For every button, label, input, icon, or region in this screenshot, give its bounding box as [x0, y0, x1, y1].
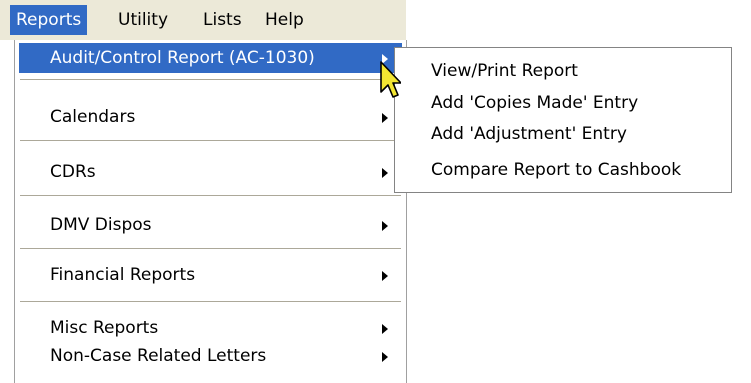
menu-item-cdrs[interactable]: CDRs [19, 157, 402, 187]
audit-control-submenu: View/Print Report Add 'Copies Made' Entr… [394, 47, 732, 193]
menu-item-misc-reports[interactable]: Misc Reports [19, 313, 402, 343]
submenu-arrow-icon [382, 324, 388, 334]
reports-dropdown-menu: Audit/Control Report (AC-1030) Calendars… [14, 40, 407, 383]
menu-item-label: DMV Dispos [50, 215, 152, 235]
submenu-arrow-icon [382, 113, 388, 123]
menu-item-label: Audit/Control Report (AC-1030) [50, 48, 315, 68]
submenu-item-compare-report-to-cashbook[interactable]: Compare Report to Cashbook [431, 155, 681, 185]
menu-separator [20, 301, 401, 303]
submenu-arrow-icon [382, 271, 388, 281]
menu-item-dmv-dispos[interactable]: DMV Dispos [19, 210, 402, 240]
submenu-arrow-icon [382, 352, 388, 362]
menu-item-non-case-related-letters[interactable]: Non-Case Related Letters [19, 341, 402, 371]
submenu-item-view-print-report[interactable]: View/Print Report [431, 56, 578, 86]
mouse-pointer-icon [380, 61, 401, 98]
menu-item-audit-control-report[interactable]: Audit/Control Report (AC-1030) [19, 43, 402, 73]
menu-item-label: Non-Case Related Letters [50, 346, 267, 366]
menubar-item-utility[interactable]: Utility [118, 5, 168, 35]
menu-bar: Reports Utility Lists Help [0, 0, 406, 40]
menu-item-label: CDRs [50, 162, 96, 182]
menu-item-label: Calendars [50, 107, 136, 127]
menubar-item-help[interactable]: Help [265, 5, 304, 35]
menu-separator [20, 79, 401, 81]
menu-separator [20, 140, 401, 142]
menu-item-calendars[interactable]: Calendars [19, 102, 402, 132]
menu-separator [20, 195, 401, 197]
menu-item-financial-reports[interactable]: Financial Reports [19, 260, 402, 290]
menu-item-label: Misc Reports [50, 318, 159, 338]
menu-item-label: Financial Reports [50, 265, 196, 285]
submenu-item-add-adjustment-entry[interactable]: Add 'Adjustment' Entry [431, 119, 627, 149]
submenu-arrow-icon [382, 221, 388, 231]
menubar-item-reports[interactable]: Reports [10, 5, 88, 35]
menu-separator [20, 248, 401, 250]
submenu-arrow-icon [382, 168, 388, 178]
submenu-item-add-copies-made-entry[interactable]: Add 'Copies Made' Entry [431, 88, 638, 118]
menubar-item-lists[interactable]: Lists [203, 5, 242, 35]
